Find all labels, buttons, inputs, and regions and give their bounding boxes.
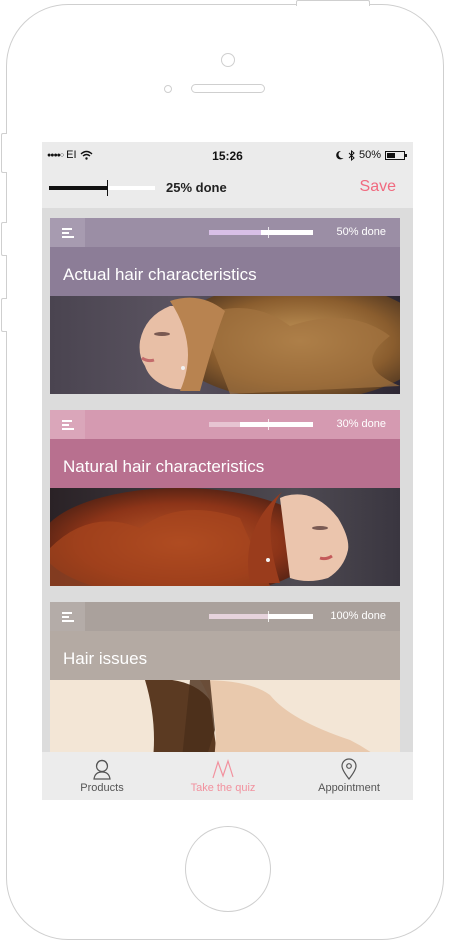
tab-label: Products [80,782,124,794]
card-menu-button[interactable] [50,410,85,439]
card-title: Hair issues [50,631,400,680]
tab-label: Appointment [318,782,380,794]
quiz-section-list: 50% done Actual hair characteristics 30%… [42,208,413,752]
volume-down-button [1,298,7,332]
card-progress-label: 50% done [336,226,386,238]
earpiece-speaker [191,84,265,93]
card-progress-track [209,419,313,430]
moon-icon [336,150,344,160]
menu-icon-line [62,236,74,238]
card-header: 50% done [50,218,400,247]
card-menu-button[interactable] [50,602,85,631]
quiz-progress-label: 25% done [166,180,227,195]
card-progress-marker [268,227,269,238]
quiz-progress-fill [49,186,107,190]
menu-icon [62,612,72,614]
card-progress-label: 30% done [336,418,386,430]
bluetooth-icon [348,149,355,161]
menu-icon-line [62,232,69,234]
card-progress-marker [268,611,269,622]
front-camera [221,53,235,67]
tab-label: Take the quiz [190,782,256,794]
card-photo [50,488,400,586]
woman-curly-red-hair-photo [50,488,400,586]
menu-icon [62,420,72,422]
card-title: Actual hair characteristics [50,247,400,296]
card-photo [50,680,400,752]
battery-icon [385,150,407,160]
tab-take-the-quiz[interactable]: Take the quiz [178,752,268,800]
quiz-icon [212,759,234,779]
tab-appointment[interactable]: Appointment [304,752,394,800]
menu-icon [62,228,72,230]
card-progress-fill [209,614,268,619]
card-progress-track [209,227,313,238]
tab-products[interactable]: Products [62,752,142,800]
mute-switch [1,133,7,173]
proximity-sensor [164,85,172,93]
quiz-section-card[interactable]: 30% done Natural hair characteristics [50,410,400,586]
menu-icon-line [62,616,69,618]
card-header: 100% done [50,602,400,631]
woman-straight-brown-hair-photo [50,680,400,752]
card-progress-track [209,611,313,622]
home-button[interactable] [185,826,271,912]
card-progress-label: 100% done [330,610,386,622]
quiz-progress-marker [107,180,108,196]
app-screen: ●●●●○ EI 15:26 50% 25% done Save 50% don… [42,142,413,800]
card-progress-fill [209,422,240,427]
quiz-section-card[interactable]: 50% done Actual hair characteristics [50,218,400,394]
card-progress-fill [209,230,261,235]
card-menu-button[interactable] [50,218,85,247]
tab-bar: Products Take the quiz Appointment [42,752,413,800]
card-header: 30% done [50,410,400,439]
menu-icon-line [62,620,74,622]
card-photo [50,296,400,394]
volume-up-button [1,222,7,256]
woman-curly-blonde-hair-photo [50,296,400,394]
person-icon [93,759,111,780]
menu-icon-line [62,428,74,430]
card-title: Natural hair characteristics [50,439,400,488]
battery-percent: 50% [358,149,381,161]
power-button [296,0,370,6]
menu-icon-line [62,424,69,426]
quiz-section-card[interactable]: 100% done Hair issues [50,602,400,752]
quiz-progress-bar: 25% done Save [42,168,413,208]
save-button[interactable]: Save [360,178,396,196]
status-bar: ●●●●○ EI 15:26 50% [42,142,413,168]
quiz-progress-track [49,180,155,196]
location-pin-icon [341,758,357,780]
card-progress-marker [268,419,269,430]
